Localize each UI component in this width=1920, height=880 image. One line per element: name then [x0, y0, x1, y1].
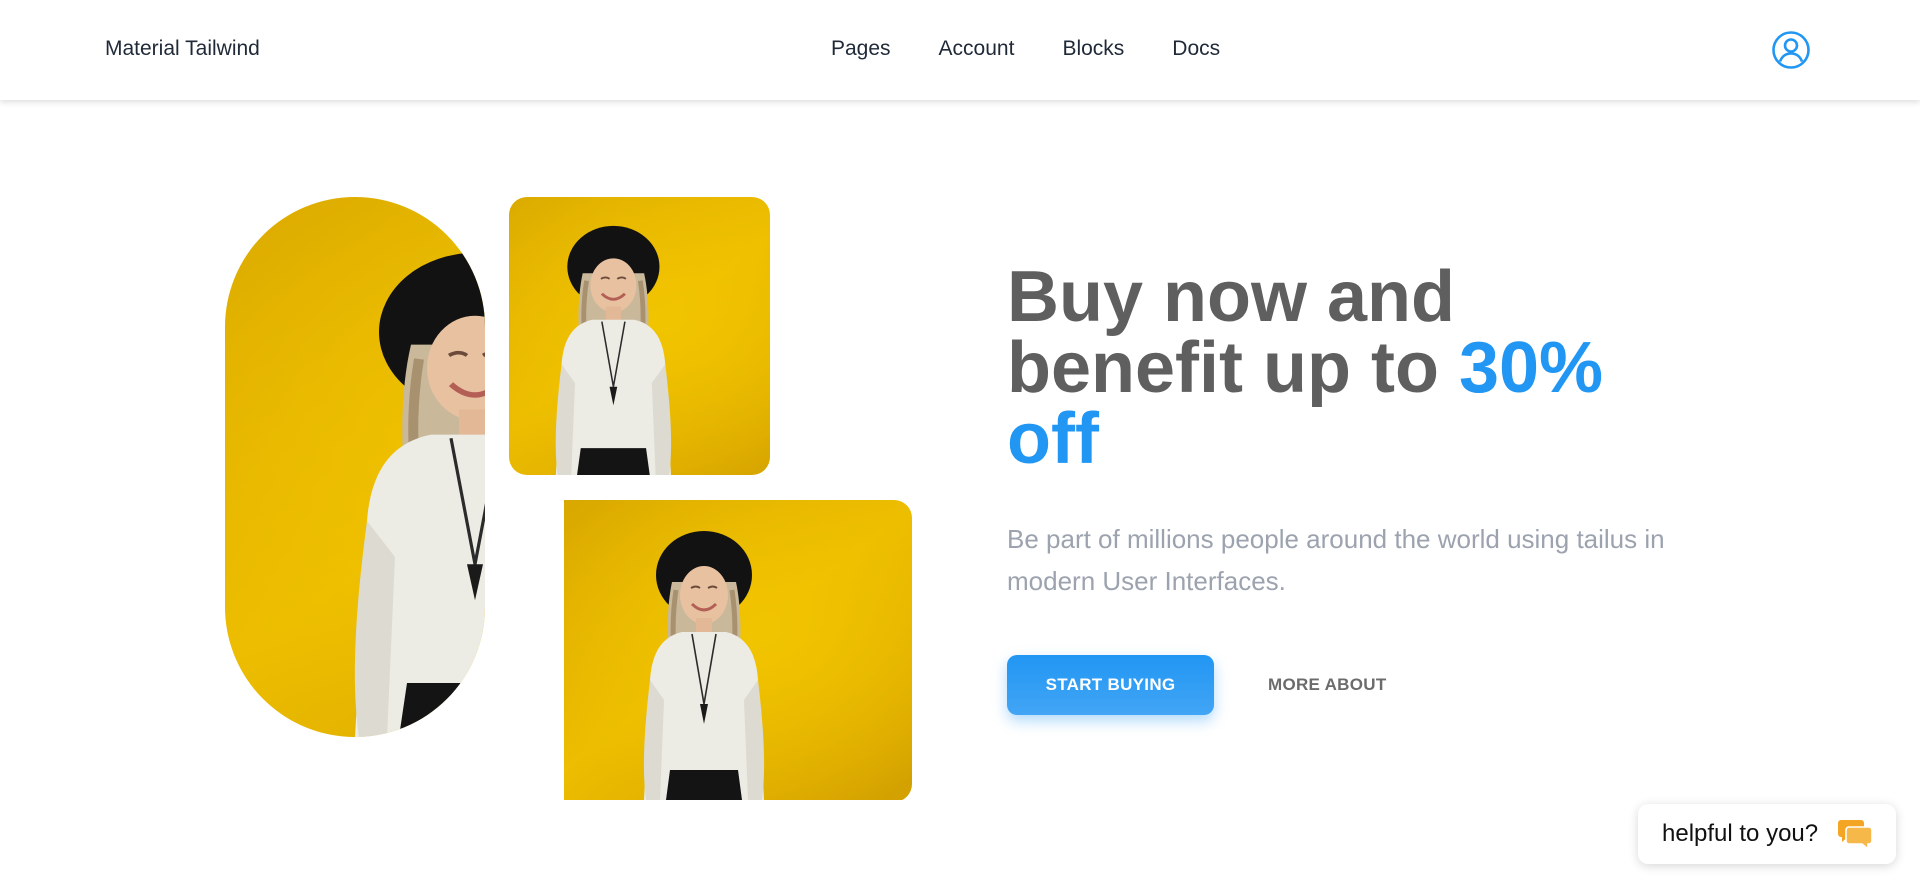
- nav-link-blocks[interactable]: Blocks: [1062, 37, 1124, 61]
- hero-headline-text: Buy now and benefit up to: [1007, 257, 1459, 408]
- photo-woman-yellow-wall: [509, 500, 912, 802]
- hero-image-square: [509, 197, 770, 475]
- start-buying-button[interactable]: START BUYING: [1007, 655, 1214, 715]
- photo-woman-yellow-wall: [509, 197, 770, 475]
- chat-bubbles-icon: [1838, 820, 1873, 851]
- user-account-button[interactable]: [1771, 30, 1811, 70]
- nav-link-docs[interactable]: Docs: [1172, 37, 1220, 61]
- more-about-button[interactable]: MORE ABOUT: [1240, 655, 1415, 715]
- nav-link-pages[interactable]: Pages: [831, 37, 891, 61]
- hero-image-wide: [509, 500, 912, 802]
- navbar: Material Tailwind Pages Account Blocks D…: [0, 0, 1920, 100]
- helpful-label: helpful to you?: [1662, 820, 1819, 847]
- helpful-feedback-widget[interactable]: helpful to you?: [1638, 804, 1896, 864]
- user-circle-icon: [1772, 31, 1810, 69]
- photo-woman-yellow-wall: [225, 197, 485, 737]
- hero-subtext: Be part of millions people around the wo…: [1007, 524, 1665, 596]
- main-nav: Pages Account Blocks Docs: [831, 37, 1220, 61]
- brand-logo-link[interactable]: Material Tailwind: [105, 37, 260, 61]
- nav-link-account[interactable]: Account: [939, 37, 1015, 61]
- hero-image-tall: [225, 197, 485, 737]
- hero-headline: Buy now and benefit up to 30% off: [1007, 261, 1647, 475]
